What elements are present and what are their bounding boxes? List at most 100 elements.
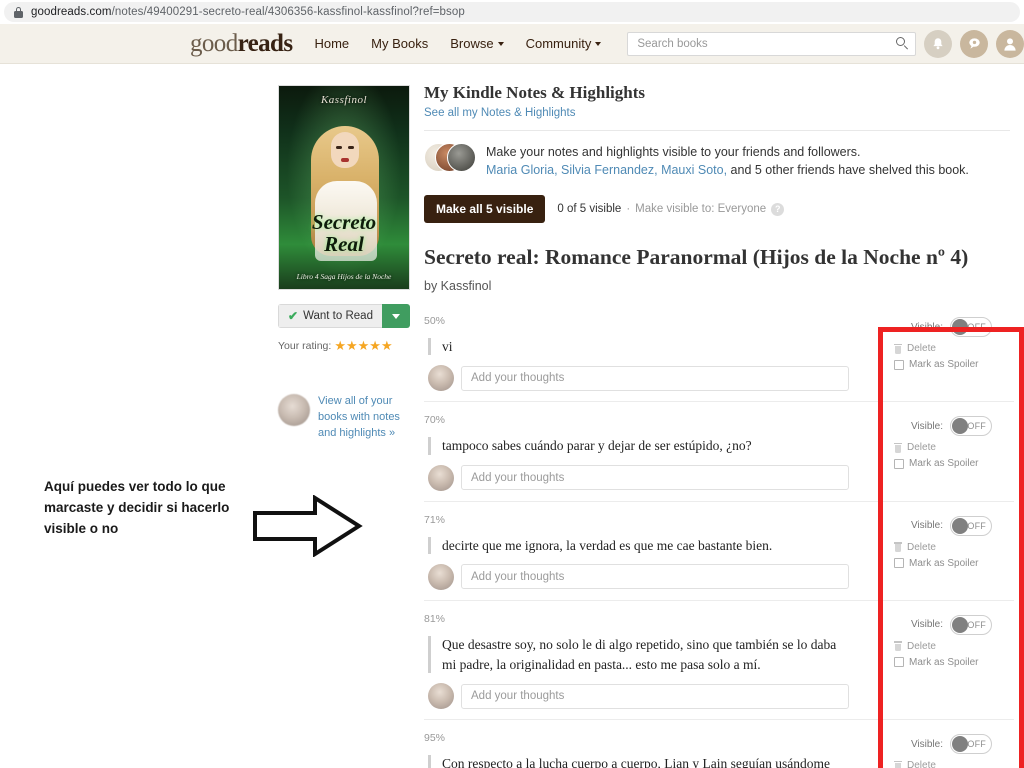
nav-my-books-label: My Books: [371, 36, 429, 51]
mark-as-spoiler-option[interactable]: Mark as Spoiler: [872, 359, 992, 370]
info-icon[interactable]: ?: [771, 202, 785, 216]
divider: [424, 130, 1010, 131]
visibility-notice-line: Make your notes and highlights visible t…: [486, 145, 861, 159]
book-cover-image[interactable]: Kassfinol Secreto Real Libro 4 Saga Hijo…: [278, 85, 410, 290]
visibility-toggle-row[interactable]: Visible: OFF: [872, 614, 992, 635]
visible-label: Visible:: [910, 738, 943, 750]
nav-community[interactable]: Community: [526, 36, 602, 51]
highlight-quote: decirte que me ignora, la verdad es que …: [424, 536, 844, 556]
highlight-controls: Visible:OFF Delete Mark as Spoiler: [872, 614, 992, 668]
book-author[interactable]: by Kassfinol: [424, 279, 1014, 293]
highlight-quote: vi: [424, 337, 844, 357]
book-title[interactable]: Secreto real: Romance Paranormal (Hijos …: [424, 245, 1014, 271]
make-all-visible-button[interactable]: Make all 5 visible: [424, 195, 546, 224]
search-input[interactable]: [637, 37, 896, 50]
notifications-bell-icon[interactable]: [924, 29, 952, 58]
mark-as-spoiler-label: Mark as Spoiler: [909, 557, 979, 569]
add-note-row[interactable]: [424, 683, 1014, 710]
highlight-controls: Visible: OFF Delete Mark as Spoiler: [872, 515, 992, 569]
delete-button[interactable]: Delete: [872, 542, 992, 553]
messages-icon[interactable]: [960, 29, 988, 58]
highlight-row: 50%viVisible:OFFDeleteMark as Spoiler: [424, 303, 1014, 401]
rating-stars[interactable]: ★★★★★: [334, 338, 392, 354]
friend-avatars: [424, 143, 476, 173]
nav-my-books[interactable]: My Books: [371, 36, 428, 51]
toggle-knob: [952, 418, 968, 435]
highlight-row: 81% Que desastre soy, no solo le di algo …: [424, 599, 1014, 720]
toggle-state-label: OFF: [967, 619, 986, 630]
see-all-notes-link[interactable]: See all my Notes & Highlights: [424, 107, 1014, 119]
visibility-toggle-row[interactable]: Visible: OFF: [872, 734, 992, 755]
add-your-thoughts-input[interactable]: [461, 365, 849, 391]
toggle-state-label: OFF: [967, 520, 986, 531]
visibility-toggle[interactable]: OFF: [950, 416, 992, 437]
delete-button[interactable]: Delete: [872, 442, 992, 453]
mark-as-spoiler-option[interactable]: Mark as Spoiler: [872, 458, 992, 469]
visibility-toggle-row[interactable]: Visible: OFF: [872, 515, 992, 536]
browser-chrome: goodreads.com/notes/49400291-secreto-rea…: [0, 0, 1024, 24]
delete-label: Delete: [907, 760, 936, 768]
add-your-thoughts-input[interactable]: [461, 465, 849, 491]
highlight-quote: Que desastre soy, no solo le di algo rep…: [424, 635, 844, 676]
delete-button[interactable]: Delete: [872, 641, 992, 652]
spoiler-checkbox[interactable]: [894, 657, 904, 668]
nav-home[interactable]: Home: [314, 36, 349, 51]
search-icon[interactable]: [896, 37, 909, 50]
highlight-controls: Visible:OFFDeleteMark as Spoiler: [872, 734, 992, 768]
annotation-text: Aquí puedes ver todo lo que marcaste y d…: [44, 479, 230, 536]
want-to-read-button[interactable]: ✔ Want to Read: [278, 304, 410, 328]
chevron-down-icon: [497, 41, 504, 46]
friend-names[interactable]: Maria Gloria, Silvia Fernandez, Mauxi So…: [486, 163, 727, 177]
right-arrow-annotation: [253, 494, 363, 562]
visibility-toggle[interactable]: OFF: [950, 734, 992, 755]
view-all-books-link[interactable]: View all of your books with notes and hi…: [278, 394, 410, 442]
nav-browse[interactable]: Browse: [450, 36, 504, 51]
view-all-books-label[interactable]: View all of your books with notes and hi…: [318, 394, 410, 442]
toggle-state-label: OFF: [967, 421, 986, 432]
your-rating[interactable]: Your rating: ★★★★★: [278, 338, 410, 354]
toggle-knob: [952, 616, 968, 633]
page-title: My Kindle Notes & Highlights: [424, 83, 646, 102]
toggle-state-label: OFF: [967, 322, 986, 333]
profile-avatar[interactable]: [996, 29, 1024, 58]
delete-button[interactable]: Delete: [872, 760, 992, 768]
mark-as-spoiler-option[interactable]: Mark as Spoiler: [872, 657, 992, 668]
visible-count: 0 of 5 visible: [557, 203, 622, 216]
make-visible-to[interactable]: Make visible to: Everyone: [635, 203, 766, 215]
trash-icon: [894, 641, 902, 652]
add-your-thoughts-input[interactable]: [461, 683, 849, 709]
page-content: Aquí puedes ver todo lo que marcaste y d…: [0, 65, 1024, 768]
mark-as-spoiler-option[interactable]: Mark as Spoiler: [872, 558, 992, 569]
visible-label: Visible:: [910, 321, 943, 333]
meta-separator: ·: [626, 203, 631, 216]
toggle-knob: [952, 319, 968, 336]
spoiler-checkbox[interactable]: [894, 458, 904, 469]
highlight-controls: Visible:OFF Delete Mark as Spoiler: [872, 416, 992, 469]
search-box[interactable]: [627, 31, 916, 56]
visible-label: Visible:: [910, 520, 943, 532]
goodreads-logo[interactable]: goodreads: [190, 30, 293, 57]
visibility-toggle-row[interactable]: Visible: OFF: [872, 317, 992, 338]
shelf-dropdown-button[interactable]: [382, 304, 410, 328]
avatar: [428, 683, 454, 710]
visibility-toggle[interactable]: OFF: [950, 515, 992, 536]
book-sidebar: Kassfinol Secreto Real Libro 4 Saga Hijo…: [278, 85, 410, 442]
trash-icon: [894, 542, 902, 553]
cover-brand: Kassfinol: [320, 94, 368, 106]
spoiler-checkbox[interactable]: [894, 558, 904, 569]
visibility-toggle[interactable]: OFF: [950, 317, 992, 338]
your-rating-label: Your rating:: [278, 340, 332, 352]
friends-notice-text: Make your notes and highlights visible t…: [486, 143, 969, 179]
address-bar[interactable]: goodreads.com/notes/49400291-secreto-rea…: [4, 2, 1020, 22]
mark-as-spoiler-label: Mark as Spoiler: [909, 656, 979, 668]
visibility-toggle[interactable]: OFF: [950, 614, 992, 635]
want-to-read-main[interactable]: ✔ Want to Read: [278, 304, 382, 328]
cover-title-line2: Real: [324, 232, 364, 256]
logo-reads: reads: [237, 30, 293, 57]
spoiler-checkbox[interactable]: [894, 359, 904, 370]
check-icon: ✔: [288, 309, 299, 323]
visibility-toggle-row[interactable]: Visible: OFF: [872, 416, 992, 437]
add-your-thoughts-input[interactable]: [461, 564, 849, 590]
delete-button[interactable]: Delete: [872, 343, 992, 354]
mark-as-spoiler-label: Mark as Spoiler: [909, 359, 979, 371]
